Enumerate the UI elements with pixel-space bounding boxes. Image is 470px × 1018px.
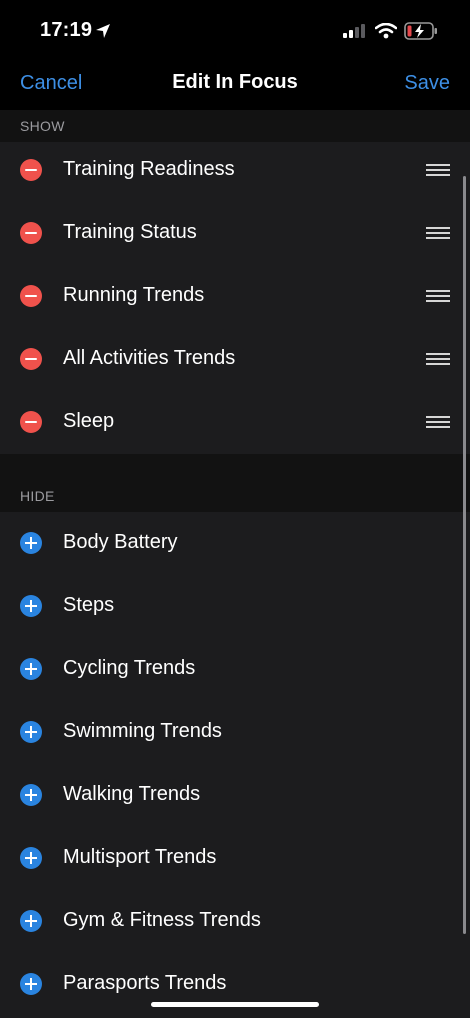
list-item[interactable]: Steps — [0, 575, 470, 638]
cellular-signal-icon — [343, 24, 365, 38]
drag-handle-icon[interactable] — [426, 164, 450, 176]
item-label: Multisport Trends — [63, 846, 217, 868]
item-label: Cycling Trends — [63, 657, 196, 679]
remove-circle-icon[interactable] — [20, 285, 42, 307]
list-item[interactable]: Multisport Trends — [0, 827, 470, 890]
add-circle-icon[interactable] — [20, 721, 42, 743]
section-header-hide: HIDE — [0, 454, 470, 512]
list-item[interactable]: Cycling Trends — [0, 638, 470, 701]
save-button[interactable]: Save — [404, 72, 450, 95]
add-circle-icon[interactable] — [20, 532, 42, 554]
add-circle-icon[interactable] — [20, 595, 42, 617]
item-label: Sleep — [63, 410, 115, 432]
list-item[interactable]: Gym & Fitness Trends — [0, 890, 470, 953]
add-circle-icon[interactable] — [20, 910, 42, 932]
status-bar: 17:19 — [0, 0, 470, 60]
add-circle-icon[interactable] — [20, 847, 42, 869]
hide-list: Body Battery Steps Cycling Trends Swimmi… — [0, 512, 470, 1016]
remove-circle-icon[interactable] — [20, 411, 42, 433]
list-item[interactable]: Running Trends — [0, 265, 470, 328]
item-label: All Activities Trends — [63, 347, 236, 369]
nav-bar: Cancel Edit In Focus Save — [0, 60, 470, 110]
status-time: 17:19 — [40, 19, 93, 41]
location-arrow-icon — [96, 24, 110, 38]
item-label: Body Battery — [63, 531, 178, 553]
drag-handle-icon[interactable] — [426, 416, 450, 428]
list-item[interactable]: Sleep — [0, 391, 470, 454]
add-circle-icon[interactable] — [20, 973, 42, 995]
list-item[interactable]: All Activities Trends — [0, 328, 470, 391]
list-item[interactable]: Swimming Trends — [0, 701, 470, 764]
drag-handle-icon[interactable] — [426, 227, 450, 239]
remove-circle-icon[interactable] — [20, 348, 42, 370]
battery-charging-icon — [404, 22, 437, 40]
item-label: Swimming Trends — [63, 720, 222, 742]
add-circle-icon[interactable] — [20, 658, 42, 680]
wifi-icon — [375, 23, 397, 39]
section-label: HIDE — [20, 488, 55, 504]
list-item[interactable]: Body Battery — [0, 512, 470, 575]
drag-handle-icon[interactable] — [426, 290, 450, 302]
section-label: SHOW — [20, 118, 65, 134]
list-item[interactable]: Training Readiness — [0, 139, 470, 202]
page-title: Edit In Focus — [172, 71, 298, 93]
list-item[interactable]: Training Status — [0, 202, 470, 265]
show-list: Training Readiness Training Status Runni… — [0, 139, 470, 454]
add-circle-icon[interactable] — [20, 784, 42, 806]
section-header-show: SHOW — [0, 110, 470, 142]
home-indicator[interactable] — [151, 1002, 319, 1007]
list-item[interactable]: Walking Trends — [0, 764, 470, 827]
item-label: Walking Trends — [63, 783, 201, 805]
item-label: Running Trends — [63, 284, 205, 306]
drag-handle-icon[interactable] — [426, 353, 450, 365]
remove-circle-icon[interactable] — [20, 159, 42, 181]
item-label: Gym & Fitness Trends — [63, 909, 261, 931]
item-label: Parasports Trends — [63, 972, 227, 994]
item-label: Training Readiness — [63, 158, 235, 180]
remove-circle-icon[interactable] — [20, 222, 42, 244]
item-label: Training Status — [63, 221, 197, 243]
scrollbar[interactable] — [463, 176, 466, 934]
item-label: Steps — [63, 594, 115, 616]
